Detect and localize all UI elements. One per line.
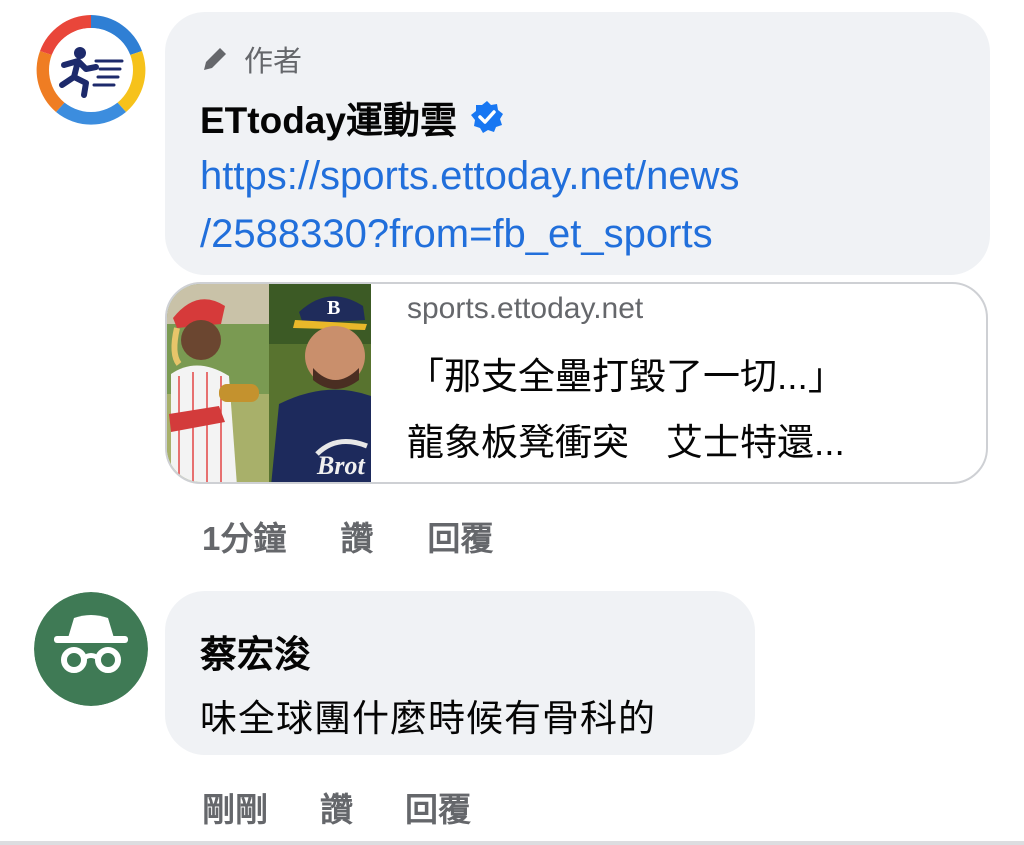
incognito-icon <box>34 592 148 706</box>
commenter-name[interactable]: ETtoday運動雲 <box>200 90 505 144</box>
cap-logo-icon: B <box>327 297 340 319</box>
commenter-name-text[interactable]: ETtoday運動雲 <box>200 90 457 144</box>
like-button[interactable]: 讚 <box>340 512 373 560</box>
preview-title: 「那支全壘打毀了一切...」 龍象板凳衝突 艾士特還... <box>407 344 967 476</box>
comment-link[interactable]: https://sports.ettoday.net/news /2588330… <box>200 147 960 263</box>
verified-badge-icon <box>470 101 503 133</box>
divider <box>0 841 1024 845</box>
preview-title-line1: 「那支全壘打毀了一切...」 <box>407 356 845 397</box>
preview-domain: sports.ettoday.net <box>407 292 644 325</box>
comment-actions: 1分鐘 讚 回覆 <box>202 512 547 560</box>
comment-timestamp[interactable]: 剛剛 <box>202 783 268 831</box>
ettoday-sports-logo-icon <box>34 13 148 127</box>
article-thumbnail-image: B Brot <box>167 284 371 482</box>
ettoday-sports-avatar[interactable] <box>34 13 148 127</box>
like-button[interactable]: 讚 <box>320 783 353 831</box>
author-badge: 作者 <box>200 38 302 80</box>
commenter-name[interactable]: 蔡宏浚 <box>200 624 311 678</box>
comment-link-line1[interactable]: https://sports.ettoday.net/news <box>200 147 960 205</box>
comment-thread: 作者 ETtoday運動雲 https://sports.ettoday.net… <box>0 0 1024 845</box>
jersey-logo-icon: Brot <box>316 451 365 480</box>
preview-title-line2: 龍象板凳衝突 艾士特還... <box>407 422 845 463</box>
reply-button[interactable]: 回覆 <box>427 512 493 560</box>
comment-link-line2[interactable]: /2588330?from=fb_et_sports <box>200 205 960 263</box>
anonymous-avatar[interactable] <box>34 592 148 706</box>
reply-button[interactable]: 回覆 <box>405 783 471 831</box>
comment-actions: 剛剛 讚 回覆 <box>202 783 523 831</box>
pen-icon <box>204 48 226 70</box>
link-preview-card[interactable]: B Brot sports.ettoday.net 「那支全壘打毀了一切...」… <box>165 282 988 484</box>
author-badge-label: 作者 <box>244 46 303 78</box>
comment-timestamp[interactable]: 1分鐘 <box>202 512 286 560</box>
comment-text: 味全球團什麼時候有骨科的 <box>200 698 656 739</box>
